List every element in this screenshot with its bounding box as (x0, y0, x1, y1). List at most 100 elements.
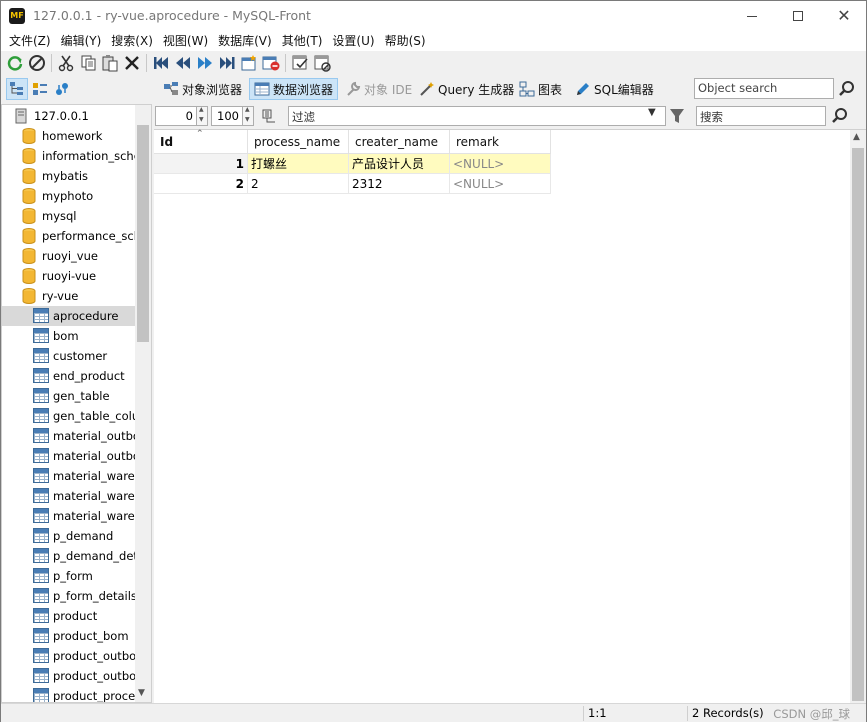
paste-icon[interactable] (99, 52, 121, 74)
data-grid[interactable]: Id ⌃ process_name creater_name remark 1 … (154, 129, 866, 703)
tree-item-table[interactable]: customer (2, 346, 135, 366)
minimize-button[interactable] (729, 1, 775, 31)
tab-sql-editor[interactable]: SQL编辑器 (571, 78, 658, 100)
delete-record-icon[interactable] (260, 52, 282, 74)
menu-file[interactable]: 文件(Z) (4, 31, 56, 51)
tree-item-table[interactable]: product_outbound (2, 646, 135, 666)
scroll-down-icon[interactable]: ▼ (138, 688, 145, 698)
copy-icon[interactable] (77, 52, 99, 74)
database-icon (22, 268, 36, 284)
insert-record-icon[interactable] (238, 52, 260, 74)
last-record-icon[interactable] (216, 52, 238, 74)
limit-input[interactable]: 100 (211, 106, 243, 126)
maximize-button[interactable] (775, 1, 821, 31)
menu-database[interactable]: 数据库(V) (213, 31, 277, 51)
tab-data-browser[interactable]: 数据浏览器 (249, 78, 339, 100)
object-search-icon[interactable] (837, 79, 857, 99)
tree-item-table[interactable]: material_warehouse (2, 506, 135, 526)
tree-item-table[interactable]: bom (2, 326, 135, 346)
grid-scrollbar[interactable]: ▲ (850, 130, 866, 703)
column-header-remark[interactable]: remark (450, 130, 551, 154)
object-tree[interactable]: 127.0.0.1 homework information_schemamybat… (1, 104, 152, 703)
tab-object-ide[interactable]: 对象 IDE (341, 78, 416, 100)
tree-item-table[interactable]: end_product (2, 366, 135, 386)
cell-id[interactable]: 1 (154, 154, 248, 174)
tab-object-browser[interactable]: 对象浏览器 (159, 78, 246, 100)
sql-history-icon[interactable] (51, 78, 73, 100)
tab-query-builder[interactable]: Query 生成器 (415, 78, 518, 100)
grid-scrollbar-thumb[interactable] (852, 148, 864, 701)
next-record-icon[interactable] (194, 52, 216, 74)
filter-dropdown-icon[interactable]: ▼ (648, 107, 656, 118)
tree-item-database[interactable]: performance_schema (2, 226, 135, 246)
tree-item-table[interactable]: material_warehouse (2, 486, 135, 506)
tree-item-table[interactable]: product_bom (2, 626, 135, 646)
table-icon (33, 688, 49, 702)
tree-item-server[interactable]: 127.0.0.1 (2, 106, 135, 126)
tree-scrollbar-thumb[interactable] (137, 125, 149, 342)
keyword-search-icon[interactable] (830, 106, 850, 126)
first-record-icon[interactable] (150, 52, 172, 74)
toolbar-separator (51, 54, 52, 72)
cell-remark[interactable]: <NULL> (450, 174, 551, 194)
stop-icon[interactable] (26, 52, 48, 74)
prev-record-icon[interactable] (172, 52, 194, 74)
cell-process-name[interactable]: 打螺丝 (248, 154, 349, 174)
tree-item-database[interactable]: mybatis (2, 166, 135, 186)
list-view-icon[interactable] (29, 78, 51, 100)
funnel-icon[interactable] (669, 108, 685, 124)
menu-help[interactable]: 帮助(S) (380, 31, 431, 51)
tree-item-database[interactable]: ruoyi-vue (2, 266, 135, 286)
cell-creater-name[interactable]: 产品设计人员 (349, 154, 450, 174)
tree-item-database[interactable]: mysql (2, 206, 135, 226)
cancel-record-icon[interactable] (311, 52, 333, 74)
cut-icon[interactable] (55, 52, 77, 74)
menu-view[interactable]: 视图(W) (158, 31, 213, 51)
filter-input[interactable]: 过滤 (288, 106, 666, 126)
refresh-icon[interactable] (4, 52, 26, 74)
limit-toggle-icon[interactable] (258, 105, 280, 127)
tree-item-table[interactable]: p_demand (2, 526, 135, 546)
tree-item-table[interactable]: material_outbound (2, 426, 135, 446)
tree-item-table[interactable]: material_outbound (2, 446, 135, 466)
menu-settings[interactable]: 设置(U) (327, 31, 379, 51)
tree-item-table[interactable]: p_form (2, 566, 135, 586)
column-header-id[interactable]: Id ⌃ (154, 129, 248, 154)
cell-remark[interactable]: <NULL> (450, 154, 551, 174)
tree-item-table[interactable]: product_procedure (2, 686, 135, 702)
cell-process-name[interactable]: 2 (248, 174, 349, 194)
status-bar: 1:1 2 Records(s) CSDN @邱_球 (1, 703, 866, 722)
menu-other[interactable]: 其他(T) (277, 31, 328, 51)
cell-creater-name[interactable]: 2312 (349, 174, 450, 194)
tree-item-table[interactable]: p_demand_details (2, 546, 135, 566)
tree-item-table[interactable]: material_warehouse (2, 466, 135, 486)
tree-item-table[interactable]: gen_table (2, 386, 135, 406)
object-search-input[interactable]: Object search (694, 78, 834, 99)
column-header-creater-name[interactable]: creater_name (349, 130, 450, 154)
close-button[interactable]: ✕ (821, 1, 867, 31)
menu-search[interactable]: 搜索(X) (106, 31, 158, 51)
tree-item-database[interactable]: ruoyi_vue (2, 246, 135, 266)
limit-stepper[interactable] (242, 106, 254, 126)
tree-item-database[interactable]: ry-vue (2, 286, 135, 306)
delete-icon[interactable] (121, 52, 143, 74)
tree-item-table[interactable]: product (2, 606, 135, 626)
keyword-search-input[interactable]: 搜索 (696, 106, 826, 126)
column-header-process-name[interactable]: process_name (248, 130, 349, 154)
scroll-up-icon[interactable]: ▲ (853, 132, 860, 142)
tree-item-table[interactable]: gen_table_column (2, 406, 135, 426)
post-record-icon[interactable] (289, 52, 311, 74)
tab-sql-editor-label: SQL编辑器 (594, 82, 654, 97)
tree-item-database[interactable]: homework (2, 126, 135, 146)
tree-item-table[interactable]: product_outbound (2, 666, 135, 686)
tree-view-icon[interactable] (6, 78, 28, 100)
tree-item-table[interactable]: aprocedure (2, 306, 135, 326)
cell-id[interactable]: 2 (154, 174, 248, 194)
tree-item-database[interactable]: information_schema (2, 146, 135, 166)
menu-edit[interactable]: 编辑(Y) (56, 31, 107, 51)
tree-item-table[interactable]: p_form_details (2, 586, 135, 606)
tree-item-database[interactable]: myphoto (2, 186, 135, 206)
tree-scrollbar[interactable]: ▼ (135, 105, 151, 702)
tab-diagram[interactable]: 图表 (515, 78, 566, 100)
offset-input[interactable]: 0 (155, 106, 197, 126)
